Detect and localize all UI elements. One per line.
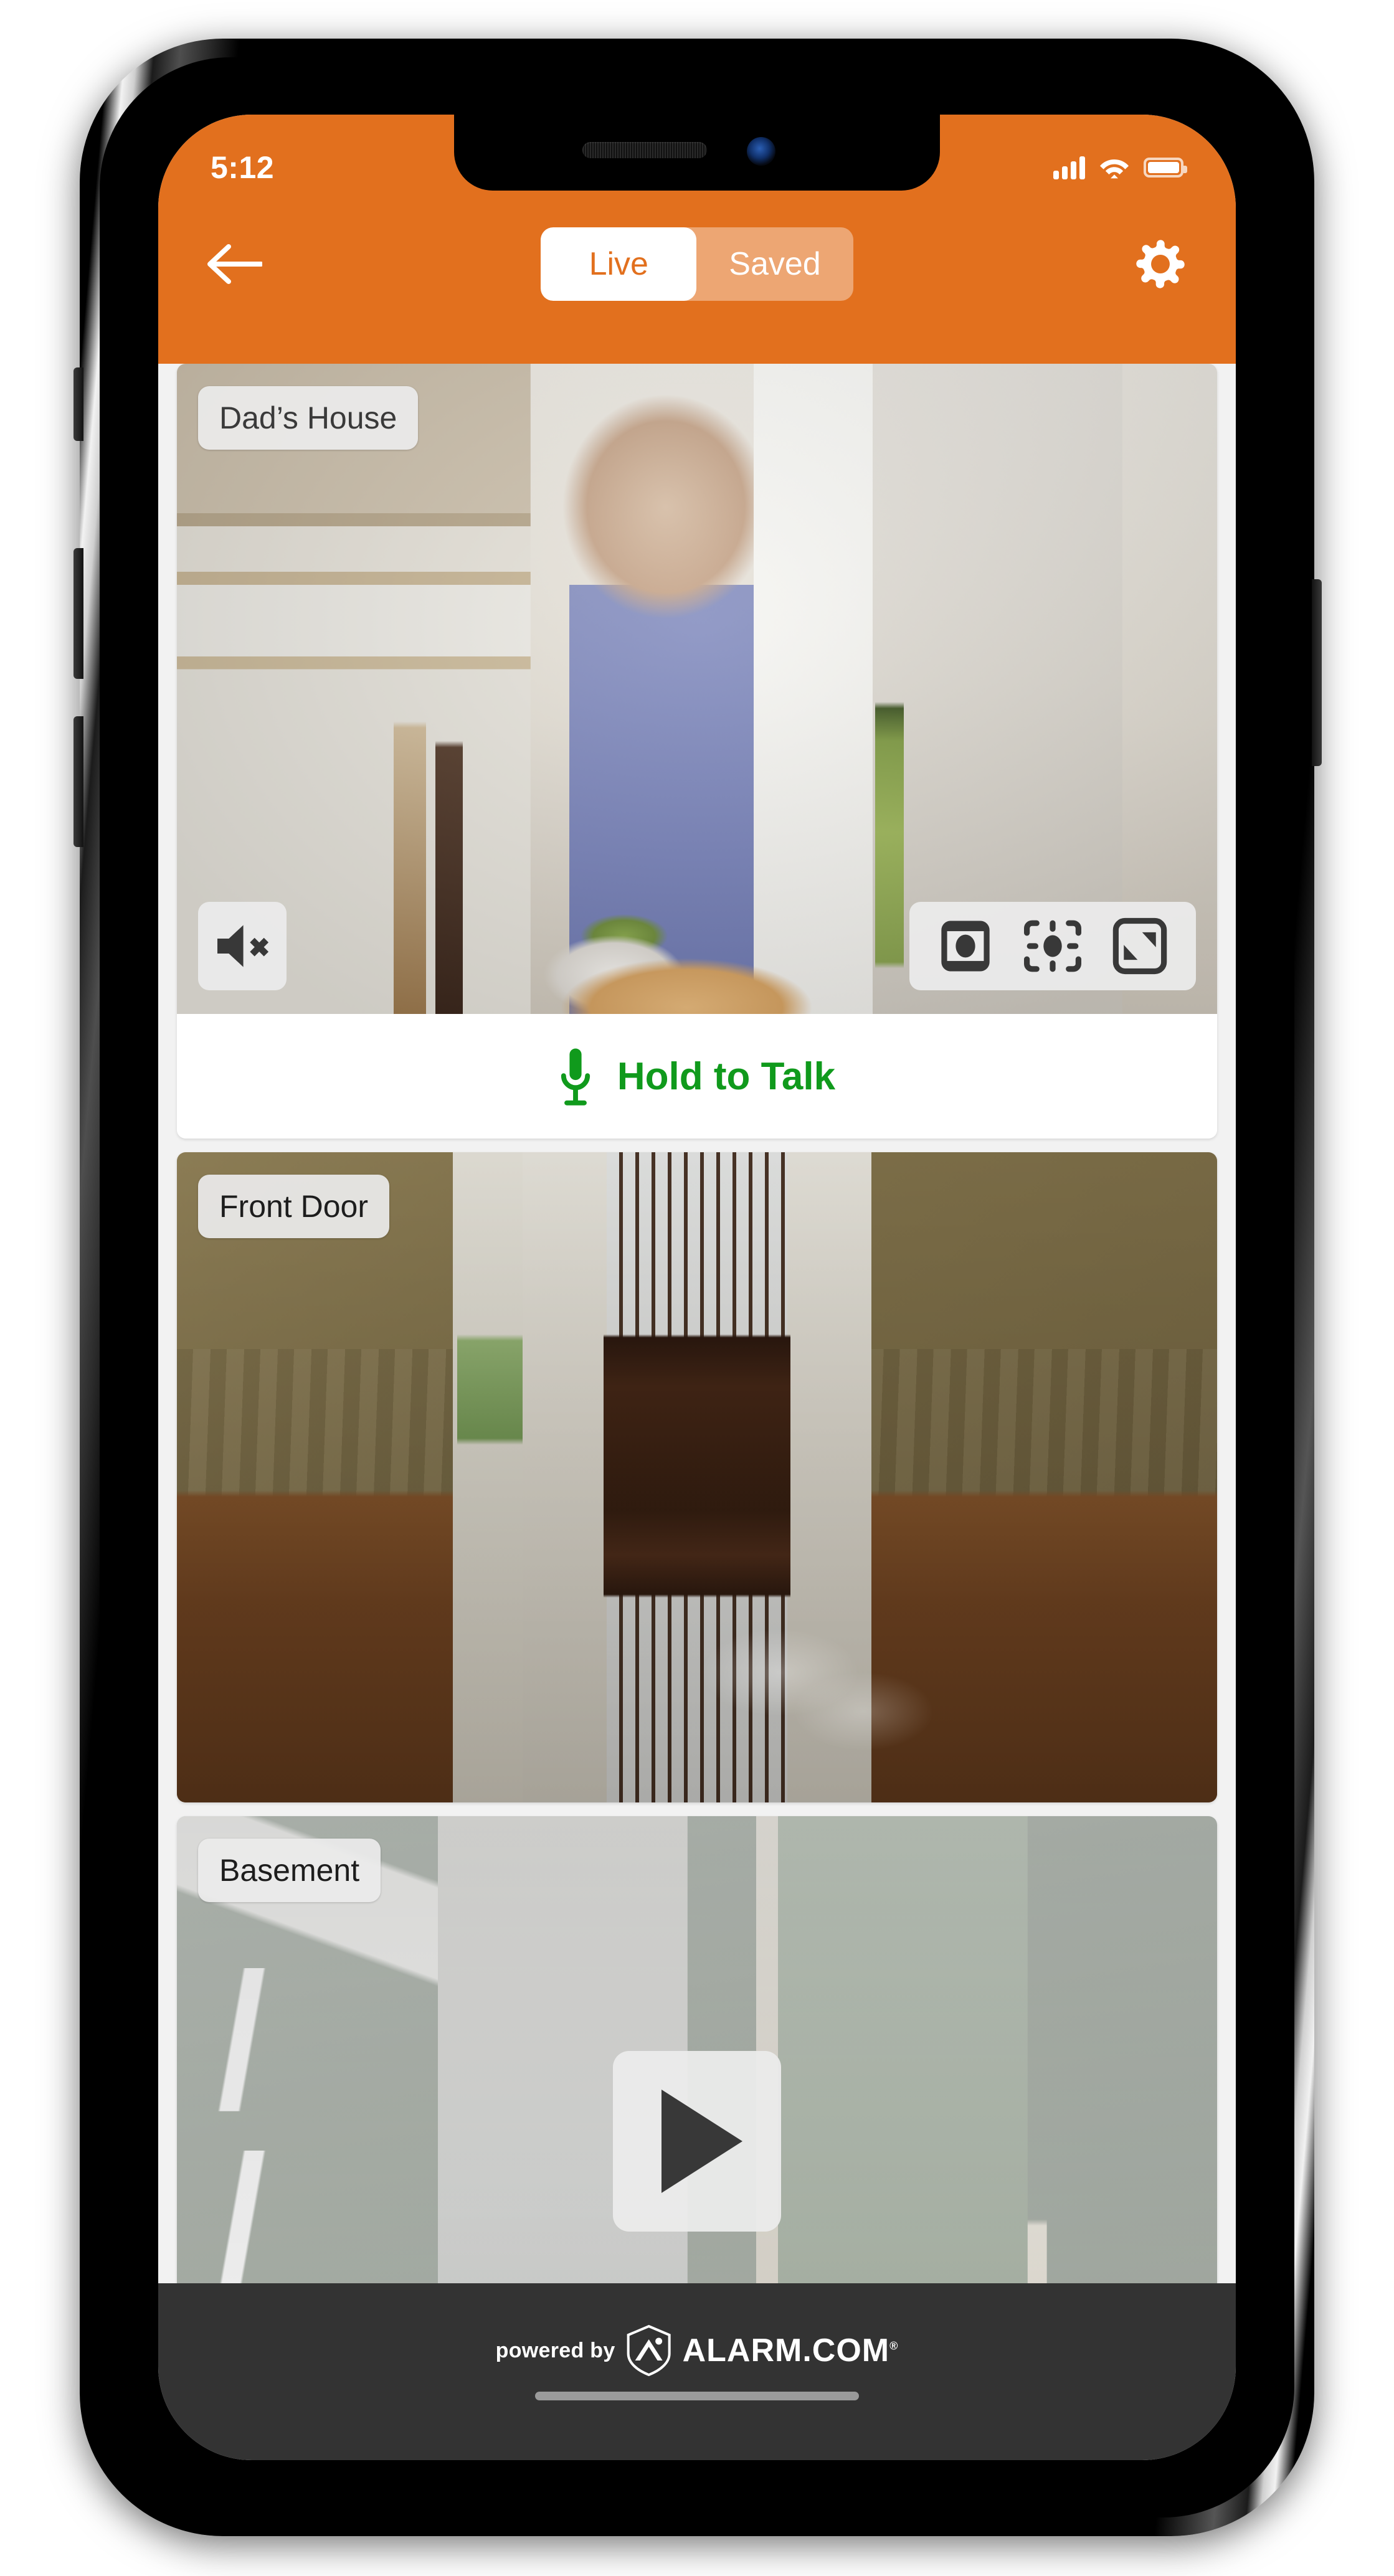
status-time: 5:12 bbox=[211, 150, 275, 185]
camera-name-label: Front Door bbox=[198, 1175, 389, 1238]
status-icons bbox=[1053, 156, 1187, 179]
camera-name-label: Basement bbox=[198, 1839, 381, 1902]
app-footer: powered by ALARM.COM® bbox=[158, 2283, 1236, 2460]
camera-name-label: Dad’s House bbox=[198, 386, 419, 450]
fullscreen-expand-icon bbox=[1112, 917, 1167, 975]
front-camera-icon bbox=[747, 137, 775, 166]
fullscreen-button[interactable] bbox=[1110, 916, 1170, 976]
speaker-mute-icon bbox=[217, 925, 269, 967]
focus-button[interactable] bbox=[1023, 916, 1083, 976]
tab-saved[interactable]: Saved bbox=[696, 227, 853, 301]
back-button[interactable] bbox=[199, 230, 268, 298]
camera-card[interactable]: Basement bbox=[177, 1816, 1217, 2283]
home-indicator[interactable] bbox=[535, 2392, 859, 2400]
earpiece-speaker-icon bbox=[582, 142, 707, 158]
phone-volume-down-button[interactable] bbox=[73, 716, 83, 847]
brand-name-label: ALARM.COM® bbox=[683, 2332, 899, 2369]
play-icon bbox=[661, 2090, 742, 2193]
camera-controls[interactable] bbox=[909, 902, 1196, 990]
registered-mark: ® bbox=[889, 2339, 899, 2352]
camera-live-view[interactable]: Dad’s House bbox=[177, 364, 1217, 1014]
camera-card[interactable]: Dad’s House Hold to Talk bbox=[177, 364, 1217, 1139]
battery-full-icon bbox=[1144, 158, 1187, 178]
wifi-icon bbox=[1100, 159, 1129, 179]
camera-live-view[interactable]: Front Door bbox=[177, 1152, 1217, 1802]
powered-by-label: powered by bbox=[495, 2338, 615, 2362]
microphone-icon bbox=[561, 1048, 590, 1106]
phone-power-button[interactable] bbox=[1312, 579, 1322, 766]
phone-volume-up-button[interactable] bbox=[73, 548, 83, 679]
phone-mute-switch[interactable] bbox=[73, 367, 83, 441]
focus-target-icon bbox=[1024, 920, 1081, 972]
camera-list[interactable]: Dad’s House Hold to Talk Front Door Base… bbox=[158, 364, 1236, 2283]
play-button[interactable] bbox=[613, 2051, 781, 2232]
hold-to-talk-label: Hold to Talk bbox=[617, 1054, 836, 1098]
brand-text: ALARM.COM bbox=[682, 2332, 890, 2369]
cellular-signal-icon bbox=[1053, 156, 1085, 179]
view-mode-segmented-control[interactable]: Live Saved bbox=[541, 227, 853, 301]
camera-card[interactable]: Front Door bbox=[177, 1152, 1217, 1802]
alarm-dot-com-logo: powered by ALARM.COM® bbox=[496, 2324, 899, 2377]
snapshot-button[interactable] bbox=[936, 916, 995, 976]
phone-screen: 5:12 Live Saved Dad’s House Hold to Talk… bbox=[158, 115, 1236, 2460]
mute-toggle-button[interactable] bbox=[198, 902, 287, 990]
phone-notch bbox=[454, 115, 940, 191]
hold-to-talk-button[interactable]: Hold to Talk bbox=[177, 1014, 1217, 1139]
snapshot-icon bbox=[941, 921, 990, 972]
alarm-shield-logo-icon bbox=[627, 2324, 671, 2377]
camera-live-view[interactable]: Basement bbox=[177, 1816, 1217, 2283]
tab-live[interactable]: Live bbox=[541, 227, 697, 301]
settings-button[interactable] bbox=[1126, 230, 1195, 298]
back-arrow-icon bbox=[207, 244, 262, 284]
navigation-bar: Live Saved bbox=[158, 202, 1236, 326]
gear-icon bbox=[1136, 240, 1185, 288]
